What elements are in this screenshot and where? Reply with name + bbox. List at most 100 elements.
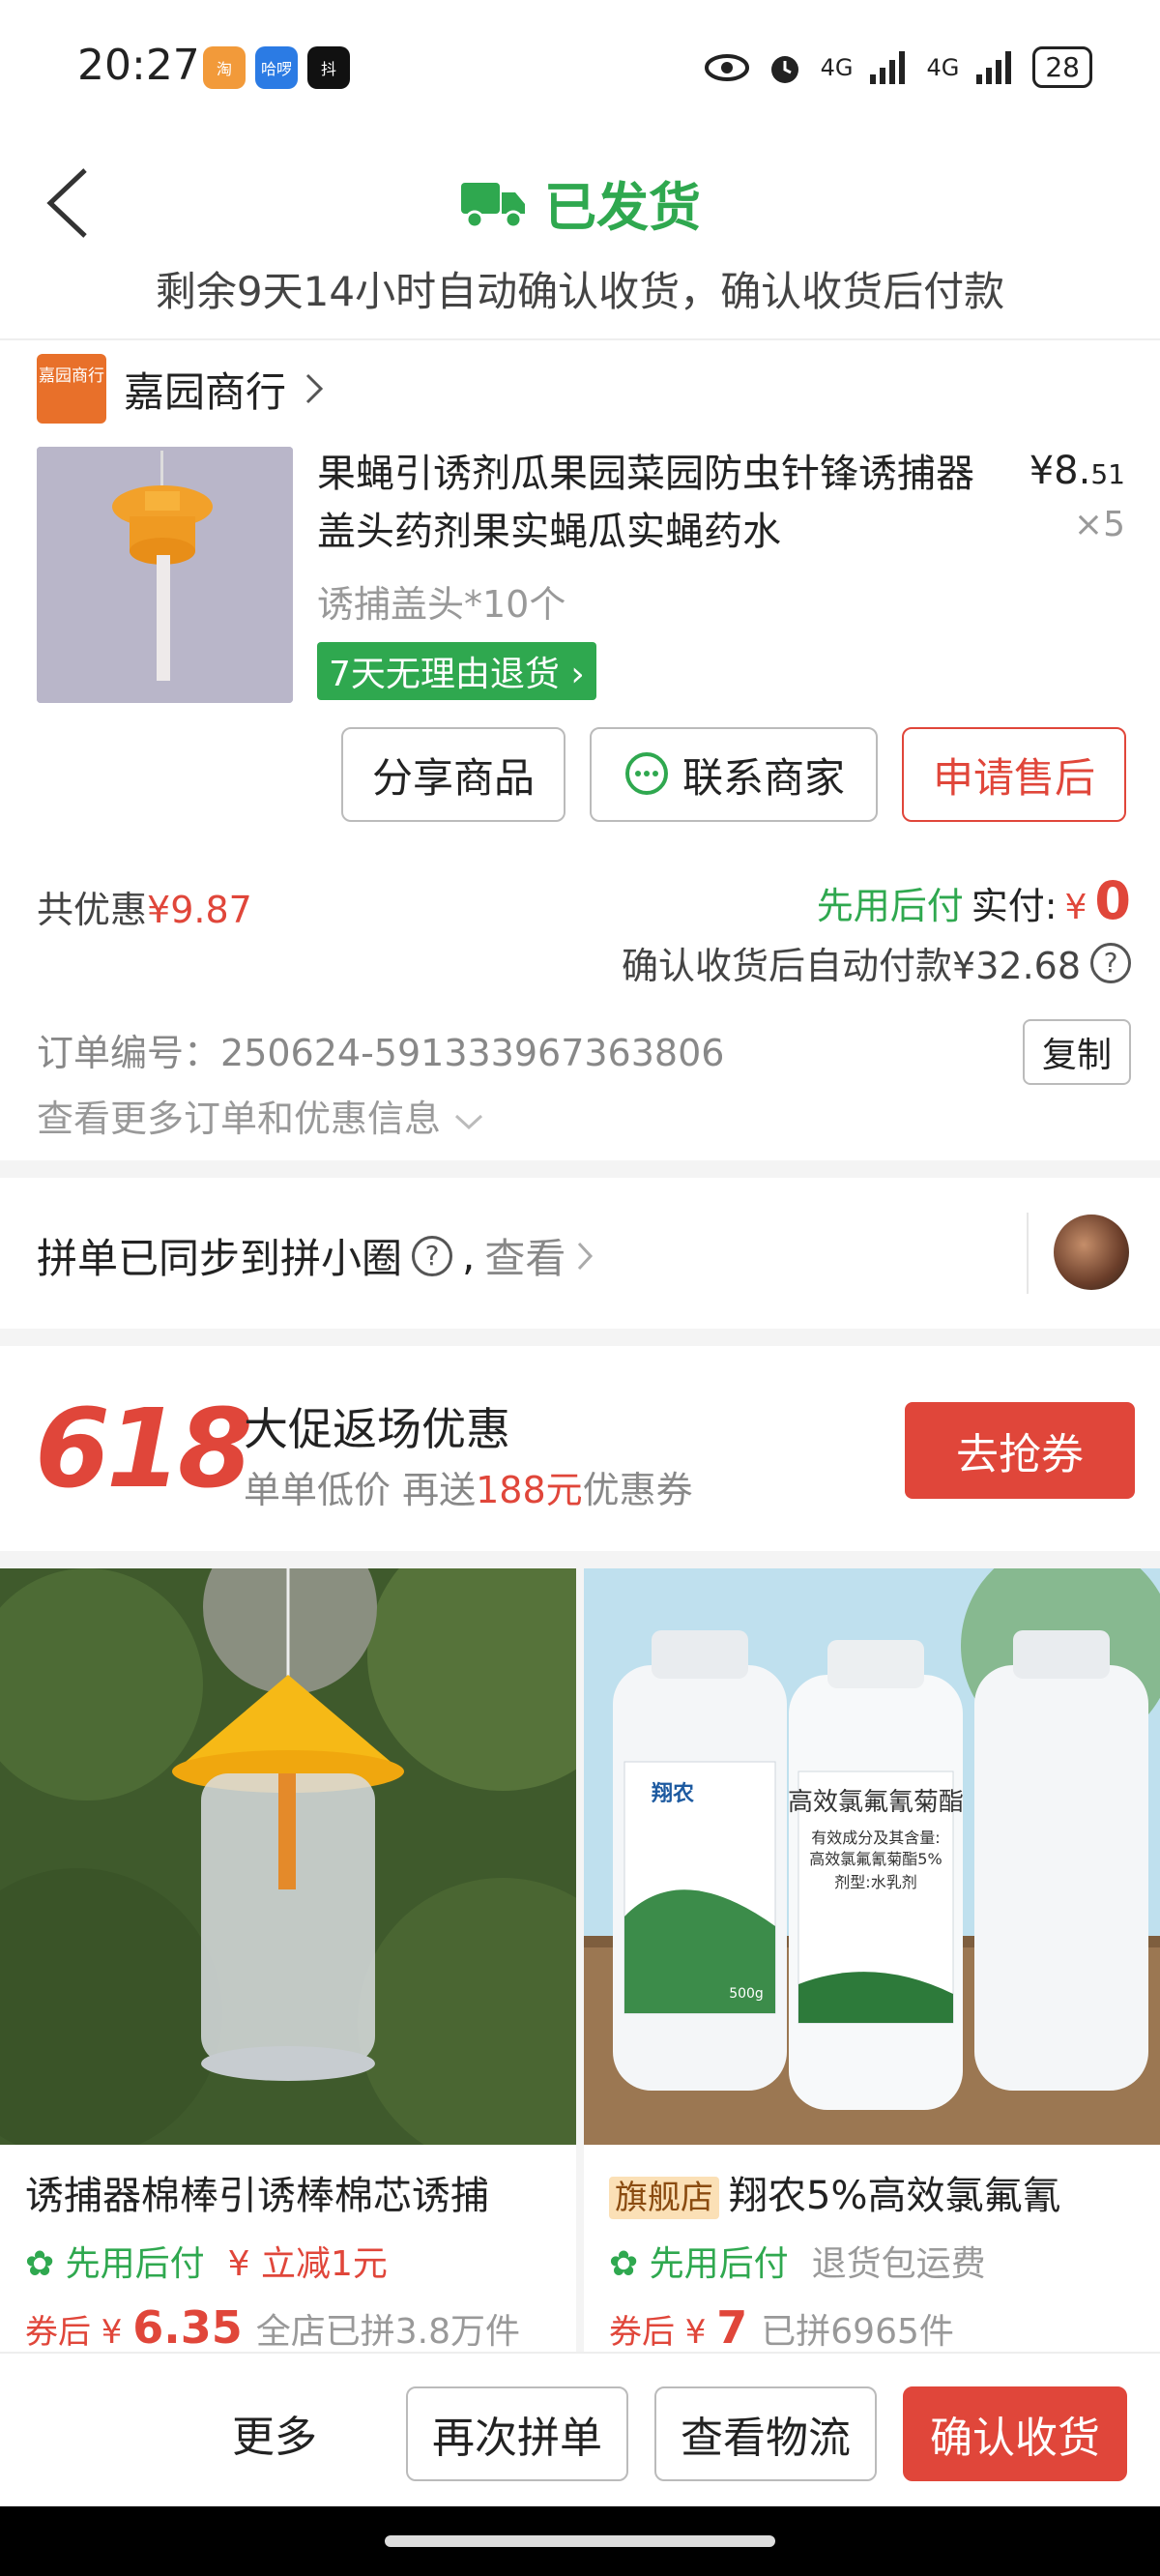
divider	[1027, 1213, 1029, 1294]
signal-icon	[870, 50, 906, 84]
status-bar: 20:27 淘 哈啰 抖 4G 4G 28	[0, 0, 1160, 135]
shop-name: 嘉园商行	[124, 367, 287, 416]
group-sync-row[interactable]: 拼单已同步到拼小圈 ? , 查看	[0, 1178, 1160, 1329]
alarm-icon	[770, 55, 798, 83]
discount-value: ¥9.87	[147, 889, 252, 931]
bottle-label: 高效氯氟氰菊酯	[788, 1788, 964, 1817]
reorder-button[interactable]: 再次拼单	[406, 2386, 628, 2481]
share-product-label: 分享商品	[371, 753, 535, 802]
discount-label: 共优惠	[37, 889, 148, 931]
product-card-title-text: 翔农5%高效氯氟氰	[729, 2174, 1061, 2218]
bottle-sub3: 剂型:水乳剂	[834, 1873, 916, 1891]
sales-count: 已拼6965件	[761, 2312, 954, 2352]
pay-later-tag-label: 先用后付	[65, 2244, 205, 2284]
return-policy-badge[interactable]: 7天无理由退货 ›	[317, 642, 596, 700]
notification-icons: 淘 哈啰 抖	[203, 46, 350, 89]
auto-confirm-notice: 剩余9天14小时自动确认收货，确认收货后付款	[155, 268, 1005, 315]
copy-button[interactable]: 复制	[1022, 1019, 1131, 1085]
home-gesture-handle[interactable]	[385, 2535, 775, 2547]
pay-later-label: 先用后付	[816, 885, 964, 927]
price-value: 7	[716, 2301, 748, 2352]
signal-icon-2	[976, 50, 1012, 84]
truck-icon	[461, 182, 525, 228]
group-separator: ,	[462, 1232, 476, 1279]
product-card-tags: ✿ 先用后付 ¥ 立减1元	[25, 2236, 388, 2286]
network-4g-label-2: 4G	[926, 53, 960, 81]
flagship-store-badge: 旗舰店	[609, 2177, 719, 2219]
trap-photo	[0, 1568, 576, 2145]
view-logistics-button[interactable]: 查看物流	[654, 2386, 877, 2481]
product-card-tags: ✿ 先用后付 退货包运费	[609, 2236, 986, 2286]
product-card[interactable]: 诱捕器棉棒引诱棒棉芯诱捕 ✿ 先用后付 ¥ 立减1元 券后 ¥ 6.35 全店已拼…	[0, 1568, 576, 2352]
recommend-grid: 诱捕器棉棒引诱棒棉芯诱捕 ✿ 先用后付 ¥ 立减1元 券后 ¥ 6.35 全店已拼…	[0, 1568, 1160, 2352]
promo-subtitle-a: 单单低价 再送	[244, 1469, 477, 1511]
promo-subtitle-b: 优惠券	[582, 1469, 693, 1511]
price-integer: ¥8.	[1029, 449, 1091, 493]
paid-value: 0	[1094, 870, 1131, 931]
return-policy-label: 7天无理由退货	[329, 655, 560, 694]
sales-count: 全店已拼3.8万件	[255, 2312, 521, 2352]
share-product-button[interactable]: 分享商品	[341, 727, 566, 822]
instant-discount-tag-label: 立减1元	[260, 2244, 388, 2284]
bottle-brand: 翔农	[651, 1781, 694, 1806]
group-sync-text: 拼单已同步到拼小圈 ? , 查看	[37, 1226, 594, 1285]
bottom-action-bar: 更多 再次拼单 查看物流 确认收货	[0, 2352, 1160, 2506]
paid-amount: 先用后付 实付: ¥0	[817, 870, 1131, 931]
chevron-right-icon	[305, 373, 324, 404]
bottle-sub2: 高效氯氟氰菊酯5%	[809, 1850, 942, 1868]
paid-currency: ¥	[1064, 888, 1088, 927]
product-title[interactable]: 果蝇引诱剂瓜果园菜园防虫针锋诱捕器盖头药剂果实蝇瓜实蝇药水	[317, 445, 994, 561]
product-card-title: 旗舰店 翔农5%高效氯氟氰	[609, 2164, 1150, 2220]
autopay-info[interactable]: 确认收货后自动付款¥32.68?	[622, 936, 1131, 989]
pay-later-tag-label: 先用后付	[649, 2244, 789, 2284]
eye-icon	[704, 53, 749, 81]
more-button[interactable]: 更多	[232, 2402, 317, 2464]
promo-banner: 618 大促返场优惠 单单低价 再送188元优惠券 去抢券	[0, 1346, 1160, 1551]
shop-link[interactable]: 嘉园商行 嘉园商行	[37, 354, 325, 424]
order-number: 订单编号：250624-591333967363806	[37, 1023, 724, 1076]
promo-title: 大促返场优惠	[244, 1403, 510, 1455]
promo-618-logo: 618	[35, 1387, 253, 1512]
price-prefix: 券后 ¥	[609, 2313, 707, 2352]
contact-seller-label: 联系商家	[682, 753, 845, 802]
pay-later-tag: ✿ 先用后付	[609, 2244, 789, 2284]
group-view-link[interactable]: 查看	[484, 1226, 566, 1285]
product-card[interactable]: 高效氯氟氰菊酯 有效成分及其含量: 高效氯氟氰菊酯5% 剂型:水乳剂 翔农 50…	[584, 1568, 1160, 2352]
battery-indicator: 28	[1032, 46, 1092, 88]
more-order-info-label: 查看更多订单和优惠信息	[37, 1098, 442, 1140]
chevron-down-icon	[455, 1114, 483, 1130]
status-indicators: 4G 4G 28	[704, 46, 1092, 88]
order-number-label: 订单编号：	[37, 1032, 221, 1074]
free-return-tag: 退货包运费	[811, 2244, 986, 2284]
bottle-volume: 500g	[729, 1986, 764, 2002]
douyin-app-icon: 抖	[307, 46, 350, 89]
avatar[interactable]	[1054, 1215, 1129, 1290]
promo-coupon-amount: 188元	[476, 1469, 583, 1511]
product-card-image: 高效氯氟氰菊酯 有效成分及其含量: 高效氯氟氰菊酯5% 剂型:水乳剂 翔农 50…	[584, 1568, 1160, 2145]
shop-logo: 嘉园商行	[37, 354, 106, 424]
grab-coupon-button[interactable]: 去抢券	[905, 1402, 1135, 1499]
discount-summary: 共优惠¥9.87	[37, 880, 252, 933]
taobao-app-icon: 淘	[203, 46, 246, 89]
promo-subtitle: 单单低价 再送188元优惠券	[244, 1460, 693, 1513]
price-prefix: 券后 ¥	[25, 2313, 123, 2352]
order-status-label: 已发货	[544, 177, 701, 238]
after-sale-button[interactable]: 申请售后	[902, 727, 1126, 822]
product-spec: 诱捕盖头*10个	[317, 583, 566, 626]
clock: 20:27	[77, 41, 200, 90]
order-number-value: 250624-591333967363806	[220, 1032, 725, 1074]
page-header: 已发货 剩余9天14小时自动确认收货，确认收货后付款	[0, 135, 1160, 338]
product-card-image	[0, 1568, 576, 2145]
confirm-receipt-button[interactable]: 确认收货	[903, 2386, 1127, 2481]
network-4g-label: 4G	[820, 53, 854, 81]
product-image[interactable]	[37, 447, 293, 703]
order-status: 已发货	[0, 164, 1160, 241]
group-sync-label: 拼单已同步到拼小圈	[37, 1235, 403, 1282]
product-card-price: 券后 ¥ 7 已拼6965件	[609, 2301, 954, 2352]
group-help-icon[interactable]: ?	[412, 1235, 453, 1276]
instant-discount-tag: ¥ 立减1元	[227, 2244, 388, 2284]
more-order-info[interactable]: 查看更多订单和优惠信息	[37, 1089, 485, 1142]
contact-seller-button[interactable]: 联系商家	[590, 727, 878, 822]
system-nav-bar	[0, 2506, 1160, 2576]
help-icon[interactable]: ?	[1090, 942, 1131, 983]
